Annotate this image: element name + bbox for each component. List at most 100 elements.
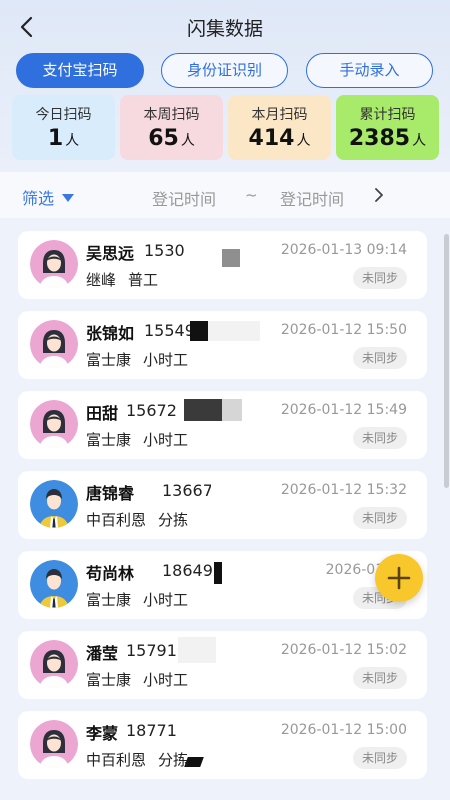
record-type: 分拣 bbox=[158, 511, 189, 529]
chevron-right-icon[interactable] bbox=[371, 186, 387, 204]
record-name: 潘莹 bbox=[86, 644, 119, 663]
record-company: 中百利恩 bbox=[86, 511, 147, 529]
stat-today: 今日扫码 1人 bbox=[12, 95, 115, 160]
stat-label: 累计扫码 bbox=[359, 107, 416, 123]
add-record-button[interactable] bbox=[375, 554, 423, 602]
date-start-field[interactable]: 登记时间 bbox=[152, 186, 216, 210]
record-detail: 中百利恩 分拣 bbox=[86, 509, 188, 530]
stat-label: 本月扫码 bbox=[251, 107, 308, 123]
record-company: 富士康 bbox=[86, 351, 132, 369]
privacy-mask bbox=[211, 479, 251, 501]
filter-button[interactable]: 筛选 bbox=[22, 185, 75, 209]
record-type: 小时工 bbox=[143, 431, 189, 449]
privacy-mask bbox=[222, 249, 240, 267]
record-name: 苟尚林 bbox=[86, 564, 135, 583]
status-badge: 未同步 bbox=[353, 347, 407, 369]
record-detail: 富士康 小时工 bbox=[86, 349, 188, 370]
record-time: 2026-01-12 15:50 bbox=[280, 322, 407, 338]
female-avatar-icon bbox=[30, 240, 78, 288]
record-detail: 继峰 普工 bbox=[86, 269, 158, 290]
stat-unit: 人 bbox=[296, 133, 311, 149]
list-item[interactable]: 唐锦睿 136677 中百利恩 分拣 2026-01-12 15:32 未同步 bbox=[18, 471, 427, 539]
stat-unit: 人 bbox=[412, 133, 427, 149]
female-avatar-icon bbox=[30, 640, 78, 688]
stat-month: 本月扫码 414 人 bbox=[228, 95, 331, 160]
status-badge: 未同步 bbox=[353, 667, 407, 689]
stat-value: 414 bbox=[248, 126, 295, 151]
record-phone: 15672 bbox=[126, 401, 177, 420]
scan-stats: 今日扫码 1人 本周扫码 65 人 本月扫码 414 人 累计扫码 2385 人 bbox=[12, 95, 440, 161]
list-item[interactable]: 张锦如 15549 富士康 小时工 2026-01-12 15:50 未同步 bbox=[18, 311, 427, 379]
record-name: 田甜 bbox=[86, 404, 119, 423]
record-name: 吴思远 bbox=[86, 244, 135, 263]
record-time: 2026-01-12 15:00 bbox=[280, 722, 407, 738]
stat-total: 累计扫码 2385 人 bbox=[336, 95, 439, 160]
tab-id-card-recognition[interactable]: 身份证识别 bbox=[161, 53, 288, 88]
privacy-mask bbox=[178, 637, 216, 663]
scan-mode-tabs: 支付宝扫码 身份证识别 手动录入 bbox=[16, 53, 434, 89]
app-header: 闪集数据 bbox=[0, 0, 450, 52]
privacy-mask bbox=[214, 562, 222, 584]
page-title: 闪集数据 bbox=[186, 18, 263, 40]
record-type: 小时工 bbox=[143, 671, 189, 689]
stat-week: 本周扫码 65 人 bbox=[120, 95, 223, 160]
tab-manual-entry[interactable]: 手动录入 bbox=[306, 53, 433, 88]
list-item[interactable]: 李蒙 18771 中百利恩 分拣 2026-01-12 15:00 未同步 bbox=[18, 711, 427, 779]
date-end-field[interactable]: 登记时间 bbox=[280, 186, 344, 210]
plus-icon bbox=[387, 566, 411, 590]
record-company: 富士康 bbox=[86, 591, 132, 609]
privacy-mask bbox=[190, 321, 208, 341]
stat-value: 2385 bbox=[348, 126, 411, 151]
record-name: 唐锦睿 bbox=[86, 484, 135, 503]
status-badge: 未同步 bbox=[353, 747, 407, 769]
tab-alipay-scan[interactable]: 支付宝扫码 bbox=[16, 53, 144, 88]
female-avatar-icon bbox=[30, 400, 78, 448]
stat-value: 65 bbox=[148, 126, 179, 151]
scrollbar[interactable] bbox=[444, 234, 449, 488]
record-time: 2026-01-12 15:02 bbox=[280, 642, 407, 658]
privacy-mask bbox=[184, 399, 222, 421]
record-phone: 1530 bbox=[144, 241, 185, 260]
male-avatar-icon bbox=[30, 560, 78, 608]
female-avatar-icon bbox=[30, 320, 78, 368]
list-item[interactable]: 吴思远 1530 继峰 普工 2026-01-13 09:14 未同步 bbox=[18, 231, 427, 299]
record-time: 2026-01-12 15:49 bbox=[280, 402, 407, 418]
record-detail: 中百利恩 分拣 bbox=[86, 749, 188, 770]
privacy-mask bbox=[208, 321, 260, 341]
stat-unit: 人 bbox=[65, 133, 80, 149]
record-time: 2026-01-12 15:32 bbox=[280, 482, 407, 498]
record-company: 继峰 bbox=[86, 271, 117, 289]
record-type: 小时工 bbox=[143, 351, 189, 369]
female-avatar-icon bbox=[30, 720, 78, 768]
record-phone: 15549 bbox=[144, 321, 195, 340]
record-name: 李蒙 bbox=[86, 724, 119, 743]
list-item[interactable]: 苟尚林 186499 富士康 小时工 2026-01-12 未同步 bbox=[18, 551, 427, 619]
filter-bar: 筛选 登记时间 ~ 登记时间 bbox=[0, 172, 450, 218]
record-name: 张锦如 bbox=[86, 324, 135, 343]
record-company: 富士康 bbox=[86, 431, 132, 449]
record-company: 富士康 bbox=[86, 671, 132, 689]
record-detail: 富士康 小时工 bbox=[86, 429, 188, 450]
record-type: 小时工 bbox=[143, 591, 189, 609]
stat-label: 今日扫码 bbox=[35, 107, 92, 123]
triangle-down-icon bbox=[62, 194, 75, 202]
record-time: 2026-01-13 09:14 bbox=[280, 242, 407, 258]
record-type: 普工 bbox=[128, 271, 159, 289]
status-badge: 未同步 bbox=[353, 427, 407, 449]
record-type: 分拣 bbox=[158, 751, 189, 769]
privacy-mask bbox=[222, 399, 242, 421]
list-item[interactable]: 田甜 15672 富士康 小时工 2026-01-12 15:49 未同步 bbox=[18, 391, 427, 459]
status-badge: 未同步 bbox=[353, 267, 407, 289]
record-detail: 富士康 小时工 bbox=[86, 669, 188, 690]
male-avatar-icon bbox=[30, 480, 78, 528]
list-item[interactable]: 潘莹 157919 富士康 小时工 2026-01-12 15:02 未同步 bbox=[18, 631, 427, 699]
record-phone: 18771 bbox=[126, 721, 177, 740]
filter-label: 筛选 bbox=[22, 189, 55, 208]
stat-unit: 人 bbox=[180, 133, 195, 149]
record-company: 中百利恩 bbox=[86, 751, 147, 769]
date-separator: ~ bbox=[245, 186, 258, 204]
status-badge: 未同步 bbox=[353, 507, 407, 529]
stat-label: 本周扫码 bbox=[143, 107, 200, 123]
stat-value: 1 bbox=[47, 126, 64, 151]
record-detail: 富士康 小时工 bbox=[86, 589, 188, 610]
